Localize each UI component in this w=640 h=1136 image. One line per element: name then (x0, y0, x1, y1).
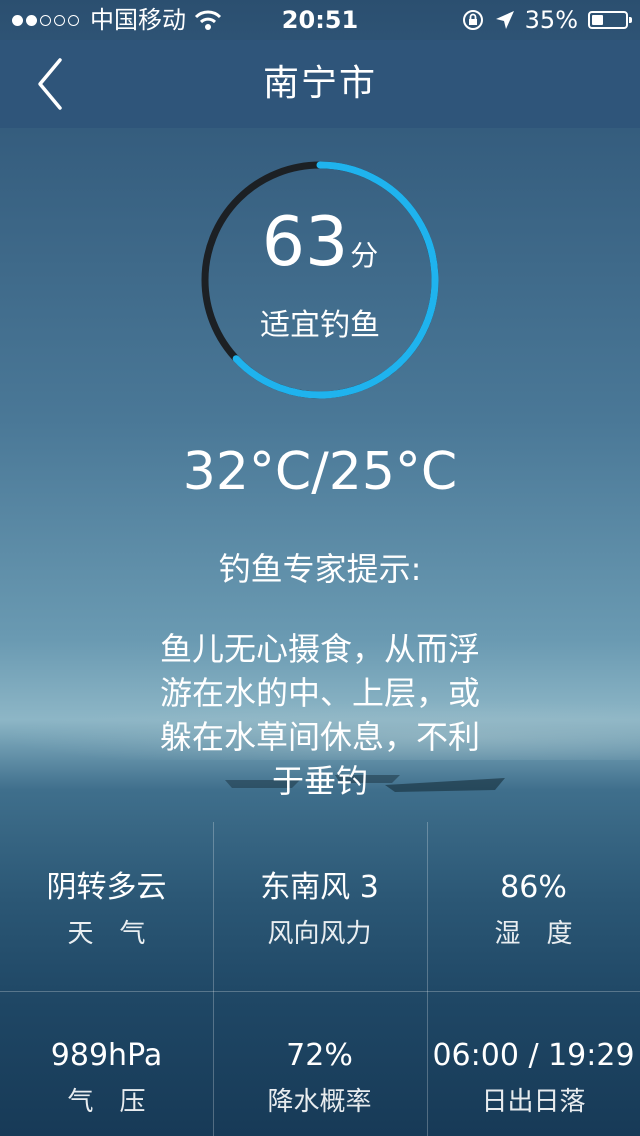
battery-fill (592, 15, 603, 25)
humidity-label: 湿 度 (494, 919, 573, 949)
precipitation-value: 72% (286, 1038, 353, 1073)
battery-tip (629, 17, 632, 23)
humidity-value: 86% (500, 870, 567, 905)
rotation-lock-icon (462, 10, 483, 30)
sunrise-sunset-label: 日出日落 (481, 1087, 586, 1117)
precipitation-cell: 72% 降水概率 (213, 1036, 426, 1120)
weather-label: 天 气 (67, 919, 146, 949)
grid-divider (0, 991, 640, 992)
sunrise-sunset-value: 06:00 / 19:29 (432, 1038, 635, 1073)
pressure-value: 989hPa (50, 1038, 163, 1073)
temperature-range: 32°C/25°C (182, 442, 458, 502)
humidity-cell: 86% 湿 度 (427, 868, 640, 952)
nav-bar: 南宁市 (0, 40, 640, 128)
precipitation-label: 降水概率 (267, 1087, 372, 1117)
tip-title: 钓鱼专家提示: (218, 550, 422, 588)
weather-info-grid: 阴转多云 天 气 东南风 3 风向风力 86% 湿 度 989hPa 气 压 7… (0, 822, 640, 1136)
sunrise-sunset-cell: 06:00 / 19:29 日出日落 (427, 1036, 640, 1120)
weather-value: 阴转多云 (46, 870, 167, 905)
score-value: 63 (261, 203, 349, 282)
page-title: 南宁市 (262, 63, 377, 104)
tip-body: 鱼儿无心摄食，从而浮游在水的中、上层，或躲在水草间休息，不利于垂钓 (160, 630, 481, 800)
pressure-cell: 989hPa 气 压 (0, 1036, 213, 1120)
weather-cell: 阴转多云 天 气 (0, 868, 213, 952)
score-unit: 分 (350, 239, 379, 272)
score-label: 适宜钓鱼 (260, 308, 380, 343)
score-value-wrap: 63分 (0, 205, 640, 294)
battery-icon (588, 11, 632, 29)
wind-label: 风向风力 (267, 919, 372, 949)
status-right: 35% (451, 0, 632, 40)
location-arrow-icon (495, 11, 514, 29)
wind-value: 东南风 3 (260, 870, 379, 905)
wind-cell: 东南风 3 风向风力 (213, 868, 426, 952)
battery-percent: 35% (524, 6, 578, 34)
status-bar: 中国移动 20:51 35% (0, 0, 640, 40)
pressure-label: 气 压 (67, 1087, 146, 1117)
